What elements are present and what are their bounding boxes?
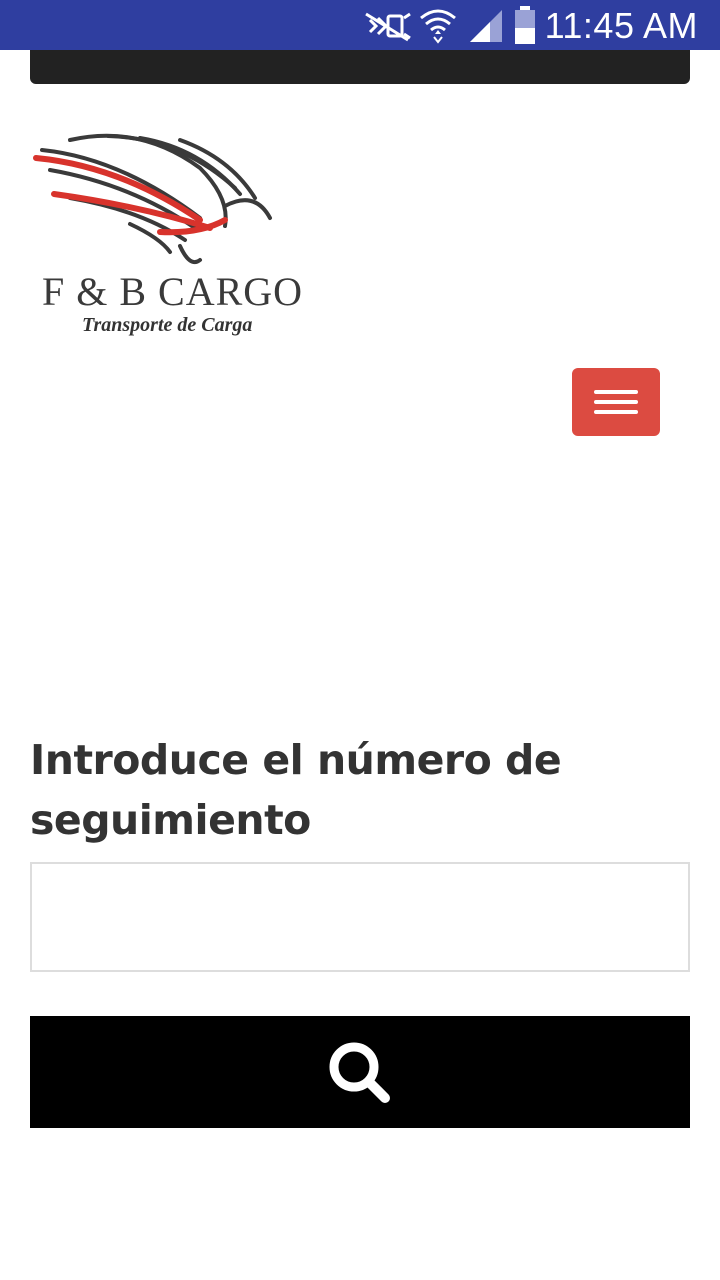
logo-title: F & B CARGO <box>42 269 304 314</box>
site-logo[interactable]: F & B CARGO Transporte de Carga <box>30 128 320 348</box>
tracking-number-input[interactable] <box>30 862 690 972</box>
bird-logo-icon <box>33 133 272 265</box>
mute-icon <box>365 12 411 42</box>
search-icon <box>329 1042 390 1103</box>
logo-subtitle: Transporte de Carga <box>82 314 253 336</box>
wifi-icon <box>420 9 456 44</box>
tracking-heading: Introduce el número de seguimiento <box>30 736 562 844</box>
menu-toggle-button[interactable] <box>572 368 660 436</box>
status-time: 11:45 AM <box>544 5 698 46</box>
search-button[interactable] <box>30 1016 690 1128</box>
battery-icon <box>515 6 535 44</box>
signal-icon <box>470 10 502 42</box>
status-bar: 11:45 AM <box>0 0 720 50</box>
top-bar <box>30 50 690 84</box>
